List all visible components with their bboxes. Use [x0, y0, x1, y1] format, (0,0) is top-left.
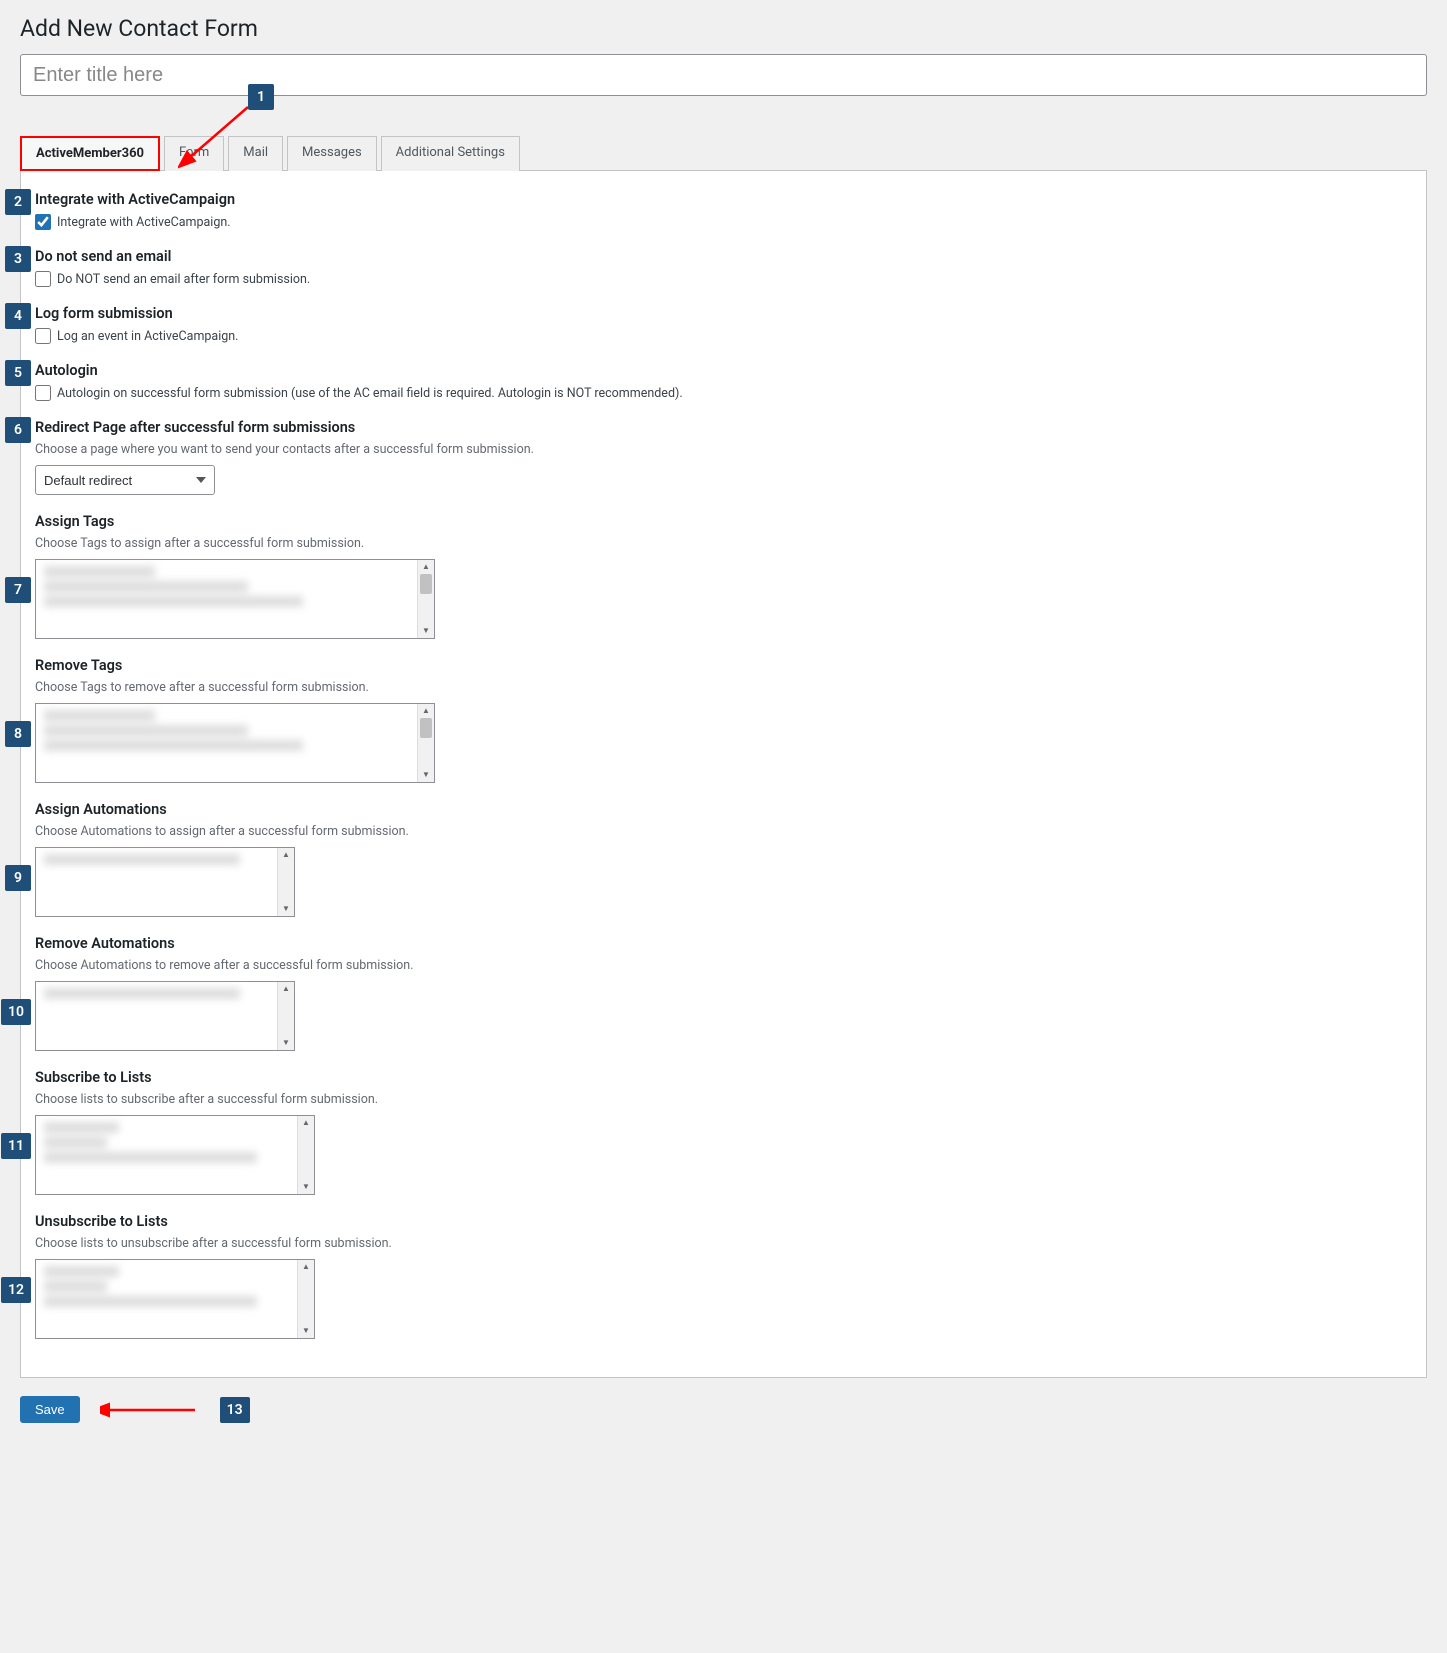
scrollbar[interactable]: ▲▼: [297, 1260, 314, 1338]
scroll-up-icon[interactable]: ▲: [282, 982, 290, 996]
assign-tags-help: Choose Tags to assign after a successful…: [35, 536, 1414, 551]
autologin-checkbox[interactable]: [35, 385, 51, 401]
form-title-input[interactable]: [20, 54, 1427, 96]
remove-tags-heading: Remove Tags: [35, 657, 1414, 674]
scrollbar[interactable]: ▲▼: [417, 704, 434, 782]
callout-2: 2: [5, 189, 31, 215]
arrow-icon: [178, 99, 258, 169]
subscribe-lists-listbox[interactable]: ▲▼: [35, 1115, 315, 1195]
tab-messages[interactable]: Messages: [287, 136, 377, 171]
callout-4: 4: [5, 303, 31, 329]
callout-13: 13: [220, 1397, 250, 1423]
scroll-up-icon[interactable]: ▲: [282, 848, 290, 862]
assign-automations-listbox[interactable]: ▲▼: [35, 847, 295, 917]
page-title: Add New Contact Form: [20, 15, 1427, 42]
integrate-checkbox-label: Integrate with ActiveCampaign.: [57, 215, 231, 230]
scroll-down-icon[interactable]: ▼: [422, 768, 430, 782]
log-submission-checkbox-label: Log an event in ActiveCampaign.: [57, 329, 238, 344]
scrollbar[interactable]: ▲▼: [417, 560, 434, 638]
tab-activemember360[interactable]: ActiveMember360: [20, 136, 160, 171]
log-submission-checkbox[interactable]: [35, 328, 51, 344]
autologin-checkbox-label: Autologin on successful form submission …: [57, 386, 683, 401]
redirect-help: Choose a page where you want to send you…: [35, 442, 1414, 457]
scroll-down-icon[interactable]: ▼: [282, 902, 290, 916]
subscribe-lists-help: Choose lists to subscribe after a succes…: [35, 1092, 1414, 1107]
assign-automations-heading: Assign Automations: [35, 801, 1414, 818]
integrate-heading: Integrate with ActiveCampaign: [35, 191, 1414, 208]
save-button[interactable]: Save: [20, 1396, 80, 1423]
callout-12: 12: [1, 1277, 31, 1303]
settings-panel: 2 Integrate with ActiveCampaign Integrat…: [20, 170, 1427, 1378]
redirect-heading: Redirect Page after successful form subm…: [35, 419, 1414, 436]
scroll-up-icon[interactable]: ▲: [302, 1116, 310, 1130]
callout-3: 3: [5, 246, 31, 272]
callout-9: 9: [5, 865, 31, 891]
no-email-checkbox[interactable]: [35, 271, 51, 287]
remove-tags-help: Choose Tags to remove after a successful…: [35, 680, 1414, 695]
callout-8: 8: [5, 721, 31, 747]
unsubscribe-lists-help: Choose lists to unsubscribe after a succ…: [35, 1236, 1414, 1251]
callout-11: 11: [1, 1133, 31, 1159]
scroll-up-icon[interactable]: ▲: [302, 1260, 310, 1274]
remove-automations-listbox[interactable]: ▲▼: [35, 981, 295, 1051]
arrow-icon: [100, 1400, 200, 1420]
assign-tags-heading: Assign Tags: [35, 513, 1414, 530]
subscribe-lists-heading: Subscribe to Lists: [35, 1069, 1414, 1086]
log-submission-heading: Log form submission: [35, 305, 1414, 322]
scroll-down-icon[interactable]: ▼: [302, 1324, 310, 1338]
remove-tags-listbox[interactable]: ▲▼: [35, 703, 435, 783]
callout-7: 7: [5, 577, 31, 603]
callout-10: 10: [1, 999, 31, 1025]
callout-6: 6: [5, 417, 31, 443]
scroll-down-icon[interactable]: ▼: [302, 1180, 310, 1194]
autologin-heading: Autologin: [35, 362, 1414, 379]
assign-tags-listbox[interactable]: ▲▼: [35, 559, 435, 639]
scroll-down-icon[interactable]: ▼: [422, 624, 430, 638]
scrollbar[interactable]: ▲▼: [277, 848, 294, 916]
no-email-checkbox-label: Do NOT send an email after form submissi…: [57, 272, 310, 287]
no-email-heading: Do not send an email: [35, 248, 1414, 265]
tab-additional-settings[interactable]: Additional Settings: [381, 136, 520, 171]
integrate-checkbox[interactable]: [35, 214, 51, 230]
remove-automations-help: Choose Automations to remove after a suc…: [35, 958, 1414, 973]
redirect-select[interactable]: Default redirect: [35, 465, 215, 495]
scroll-up-icon[interactable]: ▲: [422, 560, 430, 574]
scroll-down-icon[interactable]: ▼: [282, 1036, 290, 1050]
scrollbar[interactable]: ▲▼: [297, 1116, 314, 1194]
scroll-up-icon[interactable]: ▲: [422, 704, 430, 718]
callout-5: 5: [5, 360, 31, 386]
assign-automations-help: Choose Automations to assign after a suc…: [35, 824, 1414, 839]
scrollbar[interactable]: ▲▼: [277, 982, 294, 1050]
callout-1: 1: [248, 84, 274, 110]
unsubscribe-lists-heading: Unsubscribe to Lists: [35, 1213, 1414, 1230]
remove-automations-heading: Remove Automations: [35, 935, 1414, 952]
unsubscribe-lists-listbox[interactable]: ▲▼: [35, 1259, 315, 1339]
